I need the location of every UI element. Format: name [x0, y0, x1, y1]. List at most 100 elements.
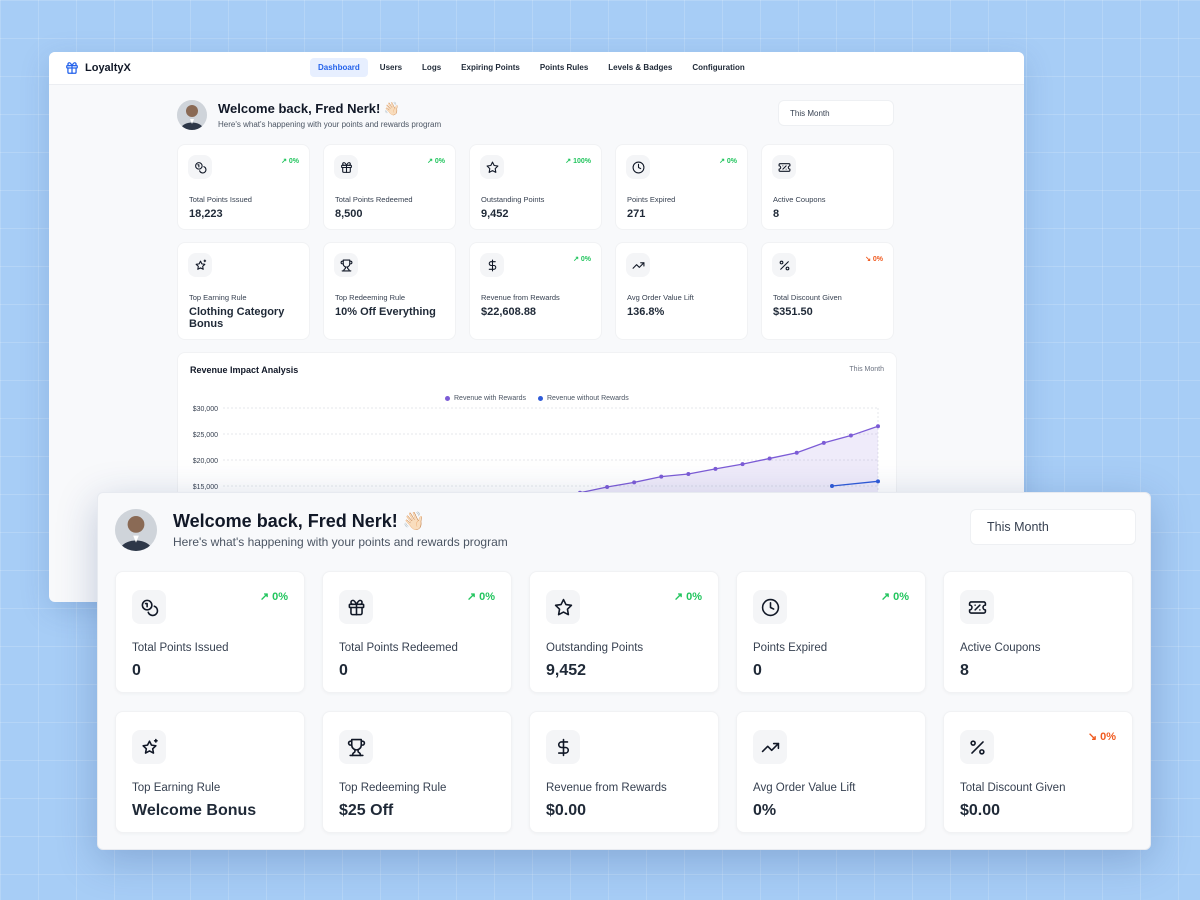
data-point-without-rewards[interactable]: [876, 479, 880, 484]
stat-label: Outstanding Points: [546, 642, 644, 654]
trend-indicator: ↘ 0%: [1087, 731, 1116, 743]
nav-expiring-points[interactable]: Expiring Points: [453, 58, 528, 77]
stat-card-avg-order-value-lift: Avg Order Value Lift 0%: [736, 711, 926, 833]
stat-label: Points Expired: [753, 642, 828, 654]
trend-indicator: ↗ 0%: [427, 158, 445, 165]
stat-label: Avg Order Value Lift: [753, 782, 856, 794]
welcome-title: Welcome back, Fred Nerk! 👋🏻: [173, 511, 426, 531]
stat-label: Revenue from Rewards: [546, 782, 667, 794]
period-select[interactable]: This Month: [778, 100, 894, 126]
stat-label: Top Redeeming Rule: [335, 293, 406, 302]
stat-label: Total Discount Given: [773, 293, 842, 302]
nav-configuration[interactable]: Configuration: [684, 58, 752, 77]
stat-label: Outstanding Points: [481, 195, 545, 204]
main-nav: Dashboard Users Logs Expiring Points Poi…: [310, 58, 753, 77]
y-tick-label: $20,000: [193, 458, 218, 465]
stat-label: Revenue from Rewards: [481, 293, 560, 302]
sparkle-star-icon: [188, 253, 212, 277]
data-point-with-rewards[interactable]: [767, 456, 772, 461]
stat-card-total-points-redeemed: ↗ 0% Total Points Redeemed 0: [322, 571, 512, 693]
front-dashboard-panel: Welcome back, Fred Nerk! 👋🏻 Here's what'…: [97, 492, 1151, 850]
trend-indicator: ↗ 0%: [673, 591, 702, 603]
nav-logs[interactable]: Logs: [414, 58, 449, 77]
period-select-value: This Month: [987, 520, 1049, 534]
avatar-image: [177, 100, 207, 130]
stat-value: $0.00: [546, 802, 587, 819]
trophy-icon: [334, 253, 358, 277]
nav-levels-badges[interactable]: Levels & Badges: [600, 58, 680, 77]
welcome-header: Welcome back, Fred Nerk! 👋🏻 Here's what'…: [115, 509, 508, 551]
nav-points-rules[interactable]: Points Rules: [532, 58, 596, 77]
data-point-with-rewards[interactable]: [876, 424, 880, 429]
avatar[interactable]: [177, 100, 207, 130]
data-point-with-rewards[interactable]: [632, 480, 637, 485]
data-point-with-rewards[interactable]: [605, 485, 610, 490]
trend-indicator: ↗ 0%: [573, 256, 591, 263]
stat-value: 8,500: [335, 208, 363, 220]
data-point-with-rewards[interactable]: [713, 466, 718, 471]
star-icon: [480, 155, 504, 179]
gift-logo-icon: [66, 62, 78, 74]
data-point-with-rewards[interactable]: [659, 474, 664, 479]
welcome-subtitle: Here's what's happening with your points…: [173, 535, 508, 549]
stat-value: 9,452: [546, 662, 587, 679]
stat-card-revenue-from-rewards: Revenue from Rewards $0.00: [529, 711, 719, 833]
data-point-with-rewards[interactable]: [686, 472, 691, 477]
period-select[interactable]: This Month: [970, 509, 1136, 545]
stat-value: $351.50: [773, 306, 813, 318]
percent-icon: [772, 253, 796, 277]
stat-label: Total Points Issued: [132, 642, 229, 654]
stat-card-total-points-issued: ↗ 0% Total Points Issued 0: [115, 571, 305, 693]
stat-value: 10% Off Everything: [335, 306, 436, 318]
nav-dashboard[interactable]: Dashboard: [310, 58, 368, 77]
stat-card-total-discount-given: ↘ 0% Total Discount Given $0.00: [943, 711, 1133, 833]
stat-value: 18,223: [189, 208, 223, 220]
stat-value: 0%: [753, 802, 777, 819]
welcome-subtitle: Here's what's happening with your points…: [218, 120, 442, 129]
avatar[interactable]: [115, 509, 157, 551]
stat-card-top-redeeming-rule: Top Redeeming Rule $25 Off: [322, 711, 512, 833]
stat-card-total-points-issued: ↗ 0% Total Points Issued 18,223: [177, 144, 310, 230]
clock-icon: [626, 155, 650, 179]
y-tick-label: $30,000: [193, 406, 218, 413]
stat-value: 8: [773, 208, 780, 220]
avatar-image: [115, 509, 157, 551]
stat-value: 136.8%: [627, 306, 665, 318]
trend-indicator: ↗ 0%: [880, 591, 909, 603]
stat-label: Top Earning Rule: [132, 782, 221, 794]
data-point-with-rewards[interactable]: [821, 440, 826, 445]
stat-label: Avg Order Value Lift: [627, 293, 694, 302]
stat-label: Points Expired: [627, 195, 676, 204]
stat-value: 0: [339, 662, 348, 679]
data-point-without-rewards[interactable]: [830, 484, 834, 488]
data-point-with-rewards[interactable]: [794, 450, 799, 455]
stat-card-avg-order-value-lift: Avg Order Value Lift 136.8%: [615, 242, 748, 340]
stat-value: 0: [753, 662, 762, 679]
brand-name: LoyaltyX: [85, 62, 131, 74]
brand[interactable]: LoyaltyX: [65, 61, 131, 75]
stat-label: Total Points Redeemed: [335, 195, 413, 204]
stat-label: Total Discount Given: [960, 782, 1066, 794]
stat-card-points-expired: ↗ 0% Points Expired 0: [736, 571, 926, 693]
ticket-icon: [960, 590, 994, 624]
stat-value: $0.00: [960, 802, 1001, 819]
stat-label: Active Coupons: [960, 642, 1041, 654]
stat-value: Clothing Category Bonus: [189, 306, 285, 330]
nav-users[interactable]: Users: [372, 58, 410, 77]
period-select-value: This Month: [790, 108, 830, 118]
stat-card-top-redeeming-rule: Top Redeeming Rule 10% Off Everything: [323, 242, 456, 340]
stat-card-active-coupons: Active Coupons 8: [943, 571, 1133, 693]
data-point-with-rewards[interactable]: [740, 462, 745, 467]
trending-up-icon: [753, 730, 787, 764]
gift-icon: [339, 590, 373, 624]
stat-label: Total Points Issued: [189, 195, 252, 204]
data-point-with-rewards[interactable]: [848, 433, 853, 438]
stat-label: Active Coupons: [773, 195, 826, 204]
stat-value: Welcome Bonus: [132, 802, 257, 819]
clock-icon: [753, 590, 787, 624]
ticket-icon: [772, 155, 796, 179]
trending-up-icon: [626, 253, 650, 277]
trend-indicator: ↗ 0%: [719, 158, 737, 165]
stat-card-top-earning-rule: Top Earning Rule Clothing Category Bonus: [177, 242, 310, 340]
stat-card-active-coupons: Active Coupons 8: [761, 144, 894, 230]
